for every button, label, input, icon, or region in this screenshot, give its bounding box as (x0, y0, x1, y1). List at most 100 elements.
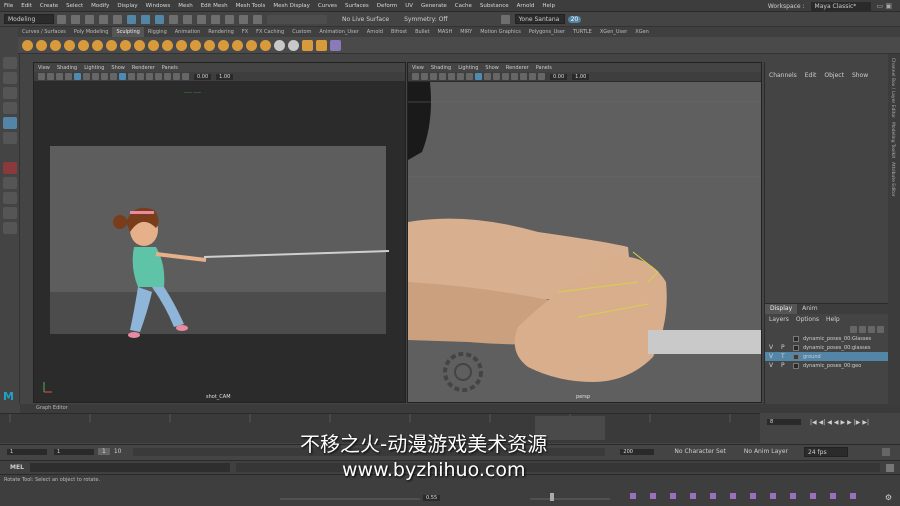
wireframe-icon[interactable] (475, 73, 482, 80)
outliner-layout-icon[interactable] (3, 222, 17, 234)
step-back-frame-icon[interactable]: ◀ (827, 419, 832, 426)
smooth-shade-icon[interactable] (128, 73, 135, 80)
menu-substance[interactable]: Substance (480, 3, 509, 9)
character-set-dropdown[interactable]: No Character Set (674, 448, 725, 455)
menu-deform[interactable]: Deform (377, 3, 397, 9)
layer-v-toggle[interactable]: V (769, 362, 777, 369)
new-layer-icon[interactable] (868, 325, 875, 333)
imprint-tool-icon[interactable] (148, 39, 159, 51)
shelf-tab-sculpting[interactable]: Sculpting (112, 27, 144, 37)
move-layer-up-icon[interactable] (850, 325, 857, 333)
layer-row[interactable]: V Pdynamic_poses_00:geo (765, 361, 888, 370)
textured-icon[interactable] (493, 73, 500, 80)
foamy-tool-icon[interactable] (106, 39, 117, 51)
live-surface-label[interactable]: No Live Surface (342, 16, 389, 23)
ambient-occlusion-icon[interactable] (520, 73, 527, 80)
vp2-menu-view[interactable]: View (412, 65, 424, 71)
layer-p-toggle[interactable]: P (781, 362, 789, 369)
undo-icon[interactable] (99, 14, 108, 24)
four-view-layout-icon[interactable] (3, 192, 17, 204)
menu-uv[interactable]: UV (405, 3, 413, 9)
snap-plane-icon[interactable] (211, 14, 220, 24)
toggle-panel-icon[interactable] (500, 14, 510, 24)
spray-tool-icon[interactable] (120, 39, 131, 51)
menu-windows[interactable]: Windows (146, 3, 171, 9)
record-icon[interactable] (3, 162, 17, 174)
mask-icon[interactable] (302, 39, 313, 51)
channel-menu-show[interactable]: Show (852, 72, 868, 79)
shelf-tab-mash[interactable]: MASH (434, 27, 457, 37)
menu-help[interactable]: Help (542, 3, 555, 9)
layer-menu-help[interactable]: Help (826, 316, 840, 323)
two-view-layout-icon[interactable] (3, 207, 17, 219)
single-perspective-layout-icon[interactable] (3, 177, 17, 189)
layer-color-swatch[interactable] (793, 344, 799, 351)
shelf-tab-custom[interactable]: Custom (288, 27, 315, 37)
menu-mesh-display[interactable]: Mesh Display (273, 3, 310, 9)
select-by-object-icon[interactable] (141, 14, 150, 24)
resolution-gate-icon[interactable] (457, 73, 464, 80)
field-chart-icon[interactable] (101, 73, 108, 80)
image-plane-icon[interactable] (56, 73, 63, 80)
shelf-tab-motion-graphics[interactable]: Motion Graphics (476, 27, 525, 37)
sculpt-tool-icon[interactable] (22, 39, 33, 51)
side-tab-attribute-editor[interactable]: Attribute Editor (890, 162, 895, 197)
convert-freeze-icon[interactable] (274, 39, 285, 51)
side-tab-modeling-toolkit[interactable]: Modeling Toolkit (890, 122, 895, 158)
graph-editor-tab[interactable]: Graph Editor (20, 404, 900, 413)
command-language-label[interactable]: MEL (10, 464, 24, 471)
exposure-field[interactable]: 0.00 (550, 73, 568, 80)
gamma-field[interactable]: 1.00 (572, 73, 590, 80)
menu-select[interactable]: Select (66, 3, 83, 9)
shelf-tab-poly-modeling[interactable]: Poly Modeling (70, 27, 113, 37)
script-editor-icon[interactable] (886, 463, 894, 472)
scale-tool-icon[interactable] (3, 132, 17, 144)
scrape-tool-icon[interactable] (176, 39, 187, 51)
step-back-key-icon[interactable]: ◀| (819, 419, 826, 426)
layer-row[interactable]: V Pdynamic_poses_00:glasses (765, 343, 888, 352)
menu-generate[interactable]: Generate (421, 3, 447, 9)
layer-tab-anim[interactable]: Anim (797, 304, 822, 314)
layer-menu-layers[interactable]: Layers (769, 316, 789, 323)
amplify-tool-icon[interactable] (246, 39, 257, 51)
side-tab-channel-box-layer-editor[interactable]: Channel Box / Layer Editor (890, 58, 895, 118)
anim-layer-dropdown[interactable]: No Anim Layer (744, 448, 788, 455)
xray-icon[interactable] (182, 73, 189, 80)
playback-start-field[interactable]: 1 (54, 448, 94, 455)
gate-mask-icon[interactable] (92, 73, 99, 80)
select-tool-icon[interactable] (3, 57, 17, 69)
menu-edit[interactable]: Edit (21, 3, 32, 9)
pinch-tool-icon[interactable] (78, 39, 89, 51)
menu-modify[interactable]: Modify (91, 3, 109, 9)
menu-edit-mesh[interactable]: Edit Mesh (201, 3, 228, 9)
shelf-tab-arnold[interactable]: Arnold (363, 27, 387, 37)
layer-v-toggle[interactable]: V (769, 353, 777, 360)
rotate-tool-icon[interactable] (3, 117, 17, 129)
vp2-menu-lighting[interactable]: Lighting (458, 65, 478, 71)
repeat-tool-icon[interactable] (134, 39, 145, 51)
snap-grid-icon[interactable] (169, 14, 178, 24)
step-forward-key-icon[interactable]: |▶ (854, 419, 861, 426)
menu-display[interactable]: Display (117, 3, 137, 9)
lights-icon[interactable] (502, 73, 509, 80)
shelf-tab-polygons-user[interactable]: Polygons_User (525, 27, 569, 37)
layer-color-swatch[interactable] (793, 362, 799, 369)
menu-arnold[interactable]: Arnold (517, 3, 535, 9)
shelf-tab-fx-caching[interactable]: FX Caching (252, 27, 288, 37)
open-scene-icon[interactable] (71, 14, 80, 24)
lasso-tool-icon[interactable] (3, 72, 17, 84)
textured-icon[interactable] (137, 73, 144, 80)
bulge-tool-icon[interactable] (232, 39, 243, 51)
exposure-field[interactable]: 0.00 (194, 73, 212, 80)
step-forward-frame-icon[interactable]: ▶ (847, 419, 852, 426)
workspace-dropdown[interactable]: Maya Classic* (810, 1, 871, 11)
slider-value-field[interactable]: 0.55 (423, 495, 441, 501)
vp1-menu-panels[interactable]: Panels (162, 65, 178, 71)
gate-mask-icon[interactable] (466, 73, 473, 80)
layer-color-swatch[interactable] (793, 353, 799, 360)
shadows-icon[interactable] (155, 73, 162, 80)
layer-menu-options[interactable]: Options (796, 316, 819, 323)
shelf-tab-xgen-user[interactable]: XGen_User (596, 27, 631, 37)
knife-tool-icon[interactable] (204, 39, 215, 51)
grab-tool-icon[interactable] (64, 39, 75, 51)
